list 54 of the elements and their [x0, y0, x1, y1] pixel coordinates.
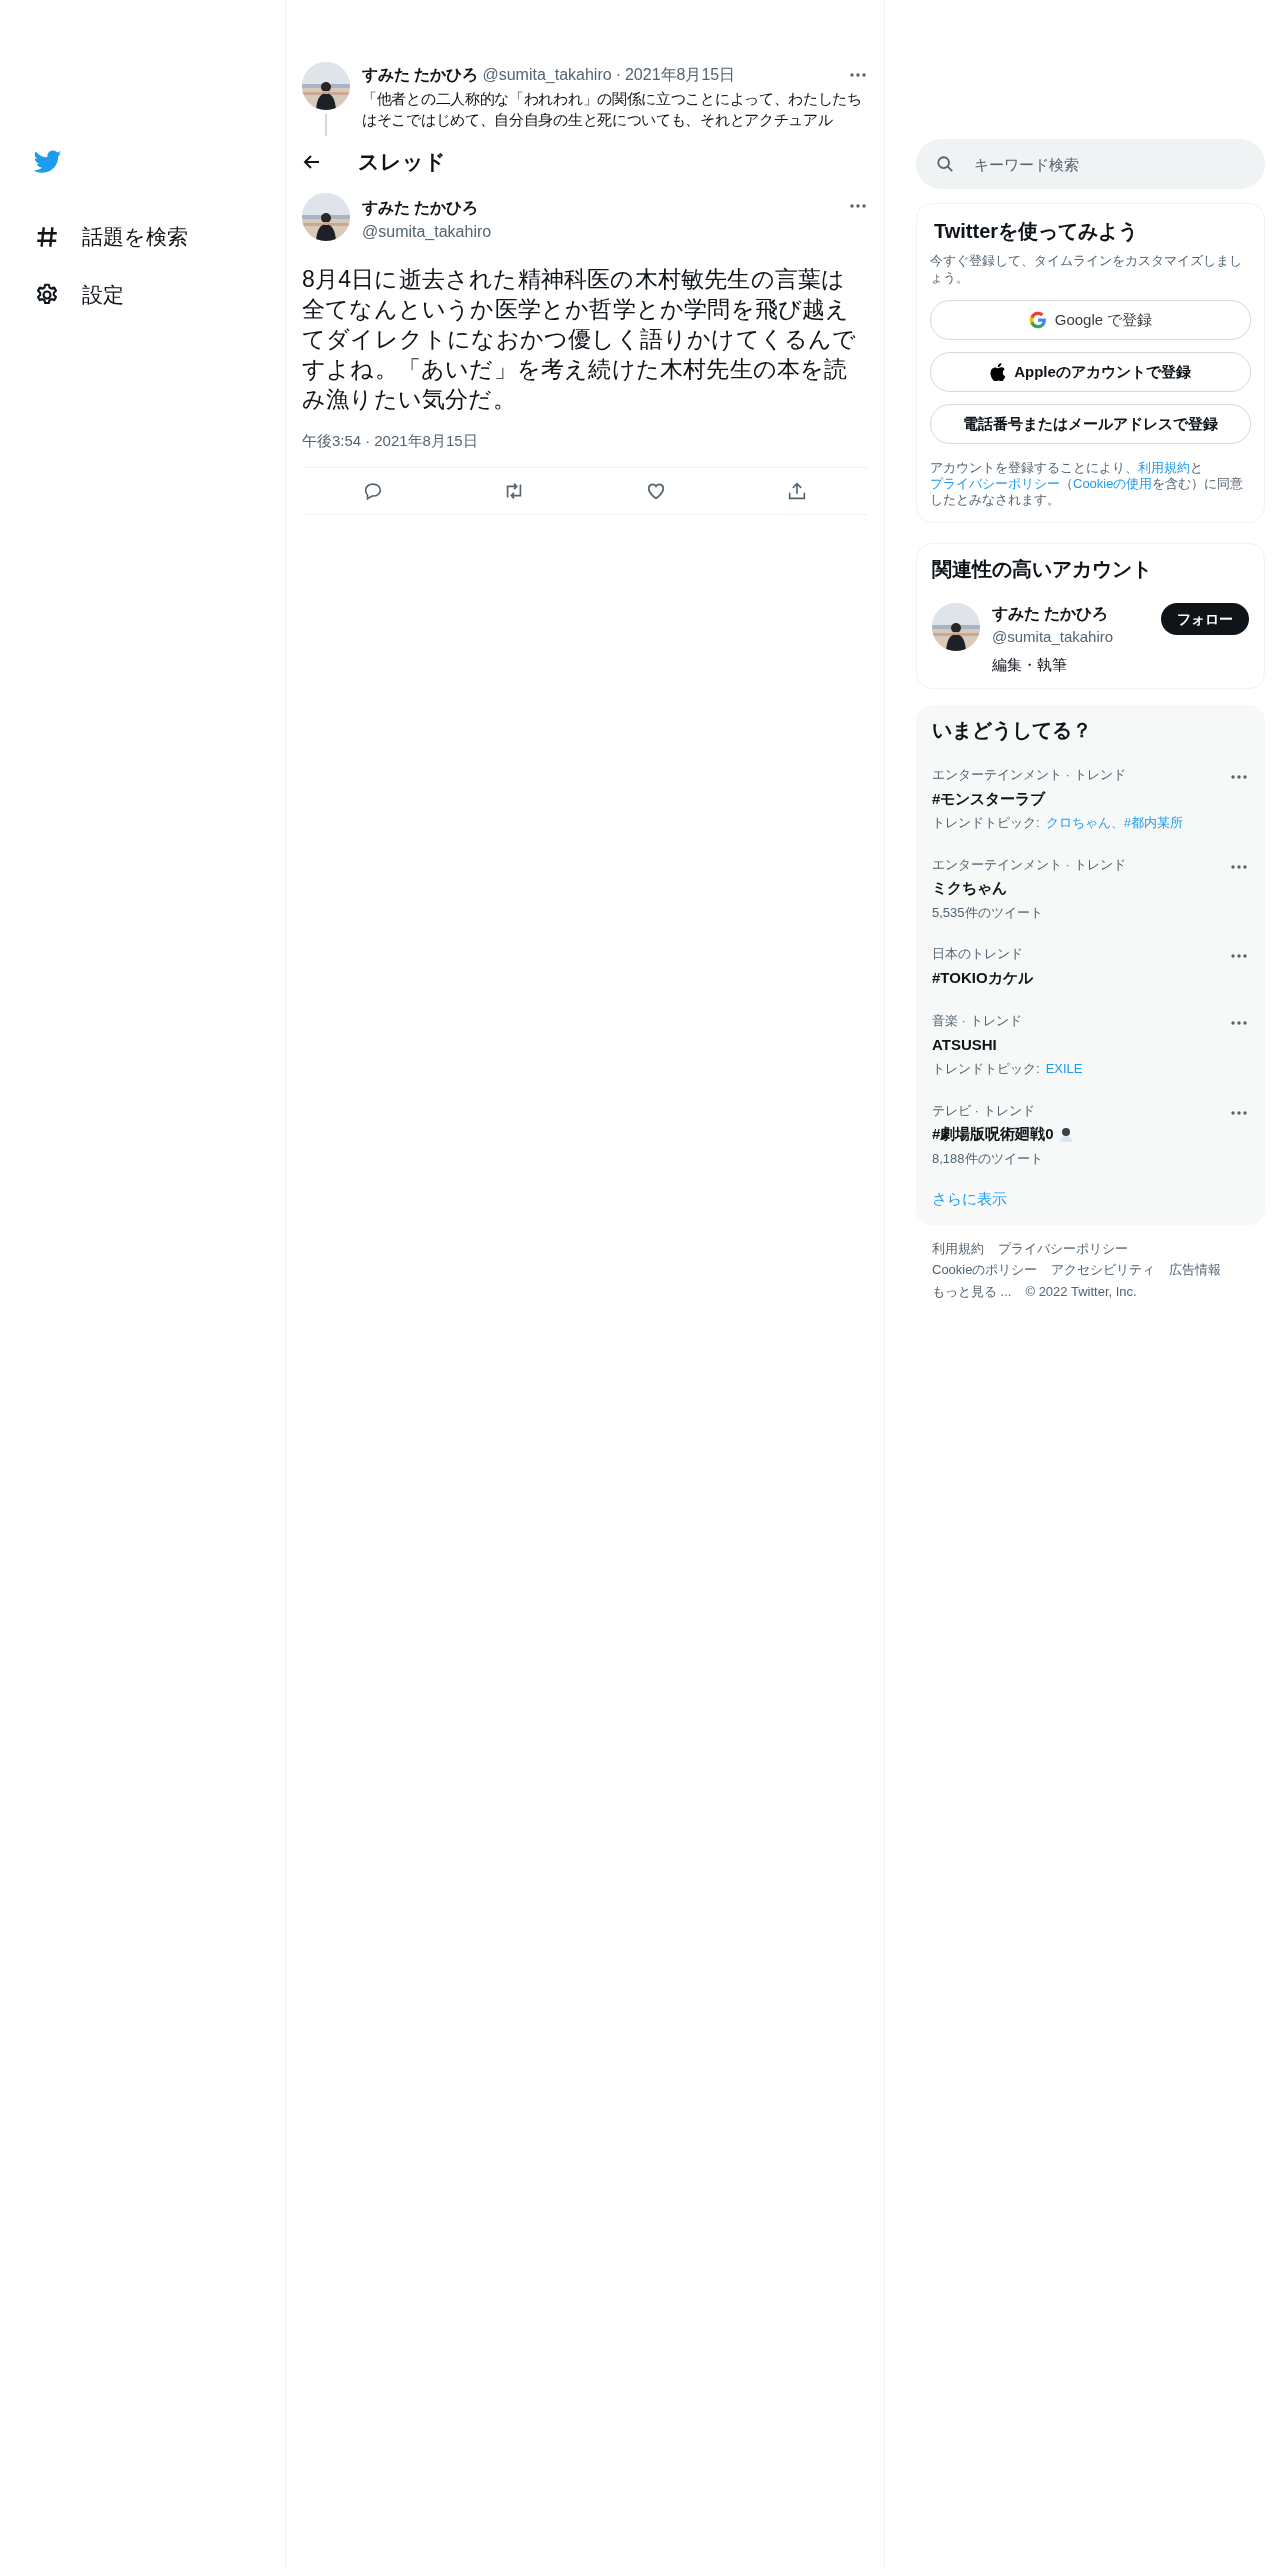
trend-title[interactable]: #モンスターラブ [932, 787, 1046, 810]
footer-link[interactable]: もっと見る ... [932, 1281, 1012, 1301]
trend-category: エンターテインメント · トレンド [932, 766, 1126, 784]
card-title: Twitterを使ってみよう [934, 219, 1139, 244]
footer-link[interactable]: 広告情報 [1169, 1260, 1222, 1280]
card-title: いまどうしてる？ [932, 718, 1092, 743]
search-icon [936, 155, 954, 173]
signup-button[interactable]: Appleのアカウントで登録 [930, 352, 1251, 392]
signup-button[interactable]: 電話番号またはメールアドレスで登録 [930, 404, 1251, 444]
legal-text: アカウントを登録することにより、利用規約 と プライバシーポリシー（Cookieの使用を含む）に同意したとみなされます。 [930, 460, 1245, 508]
signup-button[interactable]: Google で登録 [930, 300, 1251, 340]
trend-category: 音楽 · トレンド [932, 1012, 1022, 1030]
author-handle[interactable]: @sumita_takahiro [362, 220, 492, 244]
tweet-date[interactable]: 2021年8月15日 [374, 430, 478, 453]
follow-button[interactable]: フォロー [1161, 603, 1249, 635]
footer-link[interactable]: 利用規約 [932, 1238, 984, 1258]
separator-dot: · [615, 65, 621, 85]
tweet-text: 8月4日に逝去された精神科医の木村敏先生の言葉は全てなんというか医学とか哲学とか学問を飛び越えてダイレクトになおかつ優しく語りかけてくるんですよね。「あいだ」を考え続けた木村先生の本を読み漁りたい気分だ。 [302, 265, 858, 414]
nav-item[interactable]: 話題を検索 [34, 208, 188, 266]
topic-label: トレンドトピック: [932, 1060, 1040, 1078]
google-g-icon [1028, 311, 1047, 329]
nav-item[interactable]: 設定 [34, 266, 124, 324]
thread-line [325, 114, 327, 136]
tweet-date[interactable]: 2021年8月15日 [624, 63, 736, 87]
trend-category: テレビ · トレンド [932, 1101, 1035, 1120]
footer-link[interactable]: © 2022 Twitter, Inc. [1025, 1281, 1137, 1301]
trend-title[interactable]: #劇場版呪術廻戦0 [932, 1123, 1054, 1146]
footer-link[interactable]: Cookieのポリシー [932, 1260, 1038, 1280]
tweet-time[interactable]: 午後3:54 [302, 430, 362, 453]
topic-label: トレンドトピック: [932, 814, 1040, 832]
account-bio: 編集・執筆 [992, 654, 1067, 675]
trend-category: 日本のトレンド [932, 945, 1023, 963]
tweet-count: 5,535件のツイート [932, 903, 1043, 922]
card-title: 関連性の高いアカウント [932, 557, 1152, 582]
trend-title[interactable]: #TOKIOカケル [932, 966, 1033, 989]
tweet-count: 8,188件のツイート [932, 1149, 1043, 1168]
hash-icon [34, 224, 60, 250]
trend-title[interactable]: ATSUSHI [932, 1033, 997, 1056]
footer-link[interactable]: プライバシーポリシー [998, 1238, 1128, 1258]
search-field[interactable]: キーワード検索 [916, 139, 1265, 189]
separator-dot: · [365, 431, 371, 451]
author-name[interactable]: すみた たかひろ [362, 63, 479, 87]
author-name[interactable]: すみた たかひろ [362, 196, 479, 220]
page-title: スレッド [358, 149, 446, 176]
card-subtitle: 今すぐ登録して、タイムラインをカスタマイズしましょう。 [930, 252, 1243, 286]
apple-logo-icon [990, 363, 1007, 381]
bird-logo-icon[interactable] [34, 150, 62, 174]
account-handle[interactable]: @sumita_takahiro [992, 626, 1114, 649]
tweet-text: 「他者との二人称的な「われわれ」の関係に立つことによって、わたしたちはそこではじめて、自分自身の生と死についても、それとアクチュアル [362, 89, 863, 130]
trend-category: エンターテインメント · トレンド [932, 855, 1126, 874]
trend-title[interactable]: ミクちゃん [932, 877, 1007, 900]
footer-link[interactable]: アクセシビリティ [1051, 1260, 1156, 1280]
author-handle[interactable]: @sumita_takahiro [482, 63, 612, 87]
account-name[interactable]: すみた たかひろ [992, 602, 1109, 626]
